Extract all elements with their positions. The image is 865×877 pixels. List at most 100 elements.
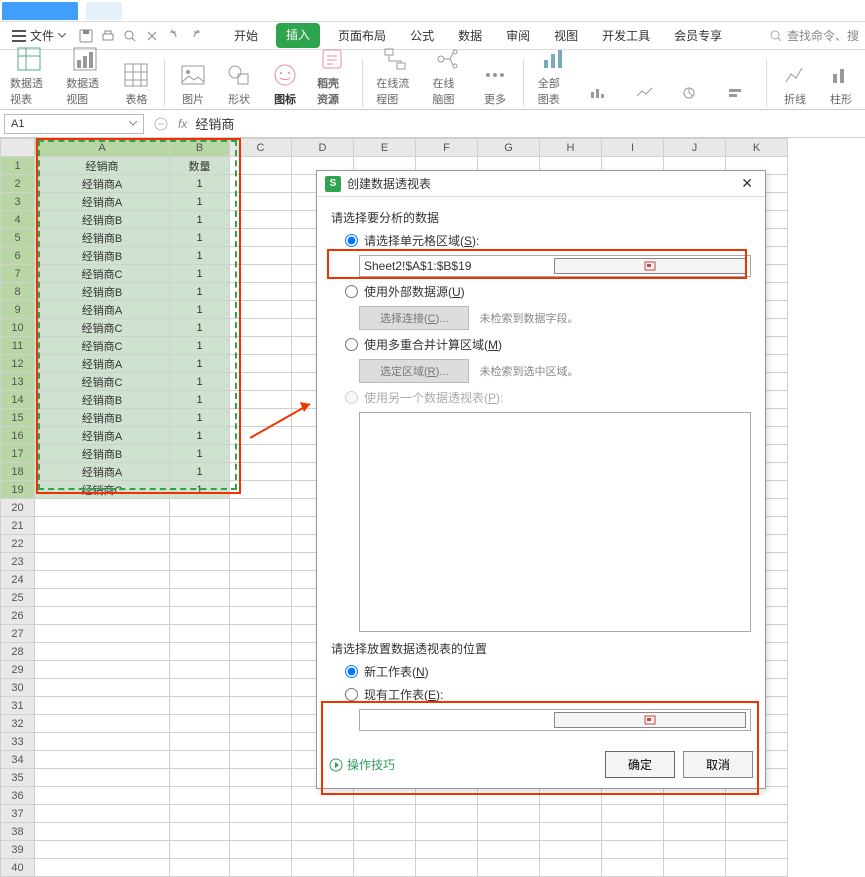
row-header[interactable]: 17 [1, 445, 35, 463]
ribbon-chart-dd2[interactable] [628, 79, 664, 107]
cell[interactable] [230, 355, 292, 373]
cell[interactable]: 经销商A [35, 193, 170, 211]
fx-icon[interactable]: fx [178, 117, 187, 131]
cell[interactable] [540, 841, 602, 859]
column-header[interactable]: F [416, 139, 478, 157]
cell[interactable]: 经销商C [35, 337, 170, 355]
row-header[interactable]: 27 [1, 625, 35, 643]
cell[interactable] [478, 787, 540, 805]
cell[interactable]: 经销商A [35, 463, 170, 481]
cell[interactable] [170, 589, 230, 607]
radio-input-external[interactable] [345, 285, 358, 298]
cell[interactable] [230, 283, 292, 301]
cell[interactable] [292, 859, 354, 877]
column-header[interactable]: A [35, 139, 170, 157]
row-header[interactable]: 20 [1, 499, 35, 517]
row-header[interactable]: 13 [1, 373, 35, 391]
cell[interactable]: 经销商B [35, 211, 170, 229]
cell[interactable] [602, 787, 664, 805]
cell[interactable] [478, 841, 540, 859]
row-header[interactable]: 21 [1, 517, 35, 535]
row-header[interactable]: 22 [1, 535, 35, 553]
cell[interactable] [35, 661, 170, 679]
cell[interactable] [170, 661, 230, 679]
cell[interactable] [540, 823, 602, 841]
cell[interactable]: 经销商C [35, 373, 170, 391]
cell[interactable] [35, 535, 170, 553]
row-header[interactable]: 36 [1, 787, 35, 805]
cell[interactable]: 经销商B [35, 229, 170, 247]
cell[interactable] [354, 841, 416, 859]
cell[interactable] [354, 823, 416, 841]
cell[interactable] [230, 247, 292, 265]
ribbon-chart-dd1[interactable] [582, 79, 618, 107]
row-header[interactable]: 40 [1, 859, 35, 877]
cell[interactable]: 经销商A [35, 355, 170, 373]
cell[interactable]: 1 [170, 301, 230, 319]
cell[interactable] [35, 805, 170, 823]
doc-tab-active[interactable] [2, 2, 78, 20]
cell[interactable] [35, 769, 170, 787]
cell[interactable] [35, 733, 170, 751]
cell[interactable] [230, 481, 292, 499]
row-header[interactable]: 26 [1, 607, 35, 625]
cell[interactable] [230, 265, 292, 283]
cell[interactable] [230, 625, 292, 643]
column-header[interactable]: I [602, 139, 664, 157]
cell[interactable]: 经销商C [35, 265, 170, 283]
file-menu[interactable]: 文件 [6, 25, 72, 46]
existing-location-input[interactable] [359, 709, 751, 731]
cell[interactable] [230, 787, 292, 805]
cell[interactable] [35, 679, 170, 697]
cell[interactable] [170, 751, 230, 769]
cell[interactable]: 1 [170, 427, 230, 445]
search-box[interactable]: 查找命令、搜 [769, 27, 859, 44]
cell[interactable] [230, 661, 292, 679]
cell[interactable]: 经销商B [35, 445, 170, 463]
name-box[interactable]: A1 [4, 114, 144, 134]
radio-input-range[interactable] [345, 234, 358, 247]
cell[interactable] [230, 517, 292, 535]
cell[interactable]: 1 [170, 481, 230, 499]
cell[interactable] [170, 535, 230, 553]
row-header[interactable]: 6 [1, 247, 35, 265]
cell[interactable]: 1 [170, 193, 230, 211]
cell[interactable] [35, 787, 170, 805]
cell[interactable]: 1 [170, 409, 230, 427]
column-header[interactable]: D [292, 139, 354, 157]
cancel-icon[interactable] [154, 117, 168, 131]
formula-bar[interactable]: 经销商 [195, 114, 234, 133]
row-header[interactable]: 16 [1, 427, 35, 445]
cell[interactable] [230, 751, 292, 769]
cell[interactable] [602, 859, 664, 877]
range-picker-icon[interactable] [554, 258, 746, 274]
ribbon-mindmap[interactable]: 在线脑图 [428, 45, 467, 107]
cell[interactable] [230, 769, 292, 787]
cell[interactable] [230, 175, 292, 193]
cell[interactable] [170, 517, 230, 535]
cell[interactable]: 经销商B [35, 391, 170, 409]
row-header[interactable]: 11 [1, 337, 35, 355]
cell[interactable] [170, 571, 230, 589]
cell[interactable] [478, 859, 540, 877]
cell[interactable]: 1 [170, 355, 230, 373]
row-header[interactable]: 24 [1, 571, 35, 589]
ribbon-chart-dd3[interactable] [674, 79, 710, 107]
column-header[interactable]: G [478, 139, 540, 157]
ribbon-pictures[interactable]: 图片 [175, 61, 211, 107]
cell[interactable] [230, 391, 292, 409]
cell[interactable] [230, 589, 292, 607]
cell[interactable] [170, 499, 230, 517]
cell[interactable] [230, 409, 292, 427]
cell[interactable] [664, 841, 726, 859]
cell[interactable] [416, 787, 478, 805]
column-header[interactable]: K [726, 139, 788, 157]
cell[interactable] [602, 823, 664, 841]
tab-vip[interactable]: 会员专享 [668, 23, 728, 48]
ok-button[interactable]: 确定 [605, 751, 675, 778]
row-header[interactable]: 1 [1, 157, 35, 175]
cell[interactable] [170, 553, 230, 571]
cell[interactable]: 1 [170, 283, 230, 301]
cell[interactable] [230, 607, 292, 625]
cell[interactable] [35, 751, 170, 769]
